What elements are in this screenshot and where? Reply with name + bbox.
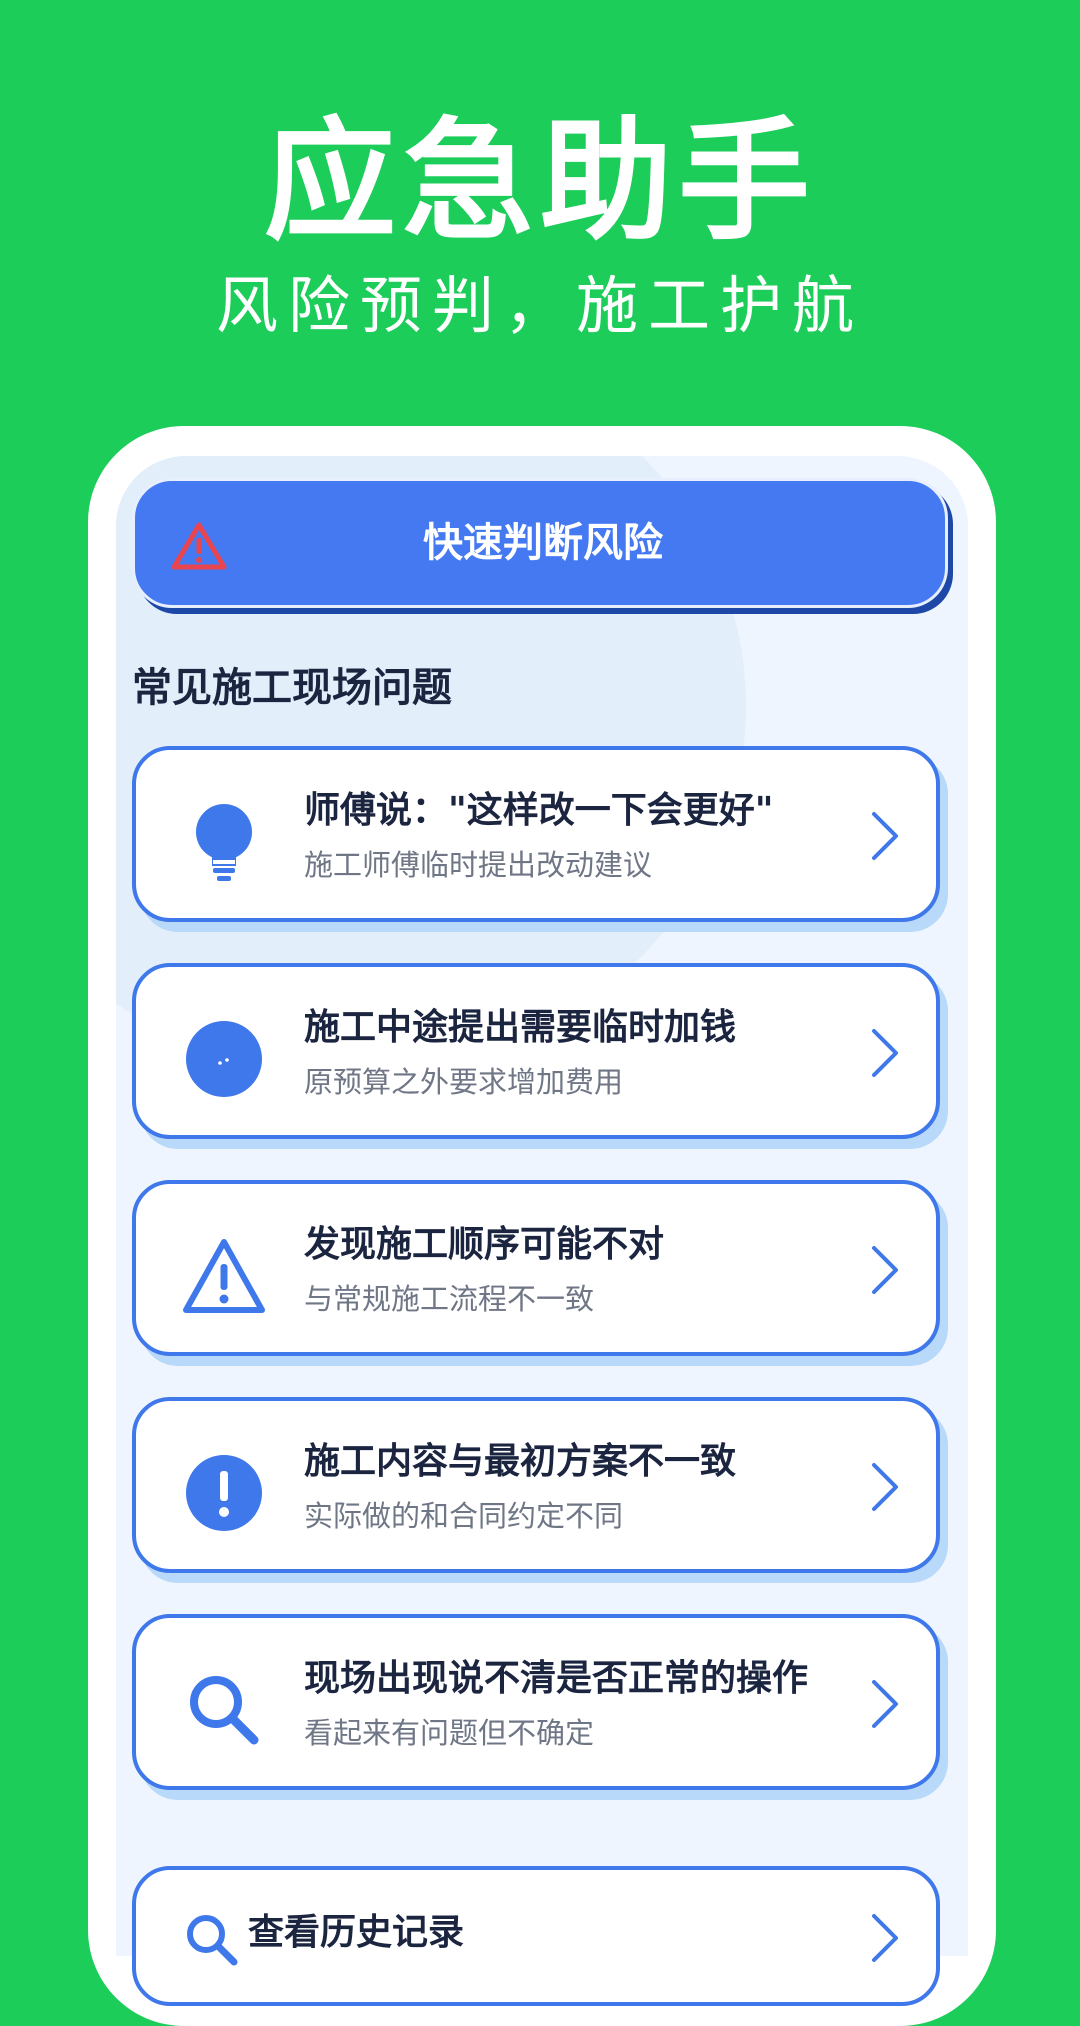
warning-triangle-icon [183,1239,265,1313]
chevron-right-icon [872,1246,898,1294]
issue-card-title: 发现施工顺序可能不对 [304,1224,665,1265]
issue-card-extra-cost[interactable]: 施工中途提出需要临时加钱 原预算之外要求增加费用 [132,963,940,1139]
issue-card-desc: 与常规施工流程不一致 [304,1282,595,1316]
quick-assess-risk-label: 快速判断风险 [423,520,663,566]
issue-card-wrong-order[interactable]: 发现施工顺序可能不对 与常规施工流程不一致 [132,1180,940,1356]
view-history-button[interactable]: 查看历史记录 [132,1866,940,2006]
chevron-right-icon [872,1029,898,1077]
hero-title: 应急助手 [264,105,816,259]
search-icon [187,1915,238,1966]
hero-banner: 应急助手 风险预判，施工护航 [0,0,1080,420]
issue-card-desc: 实际做的和合同约定不同 [304,1499,624,1533]
issue-card-suggestion[interactable]: 师傅说："这样改一下会更好" 施工师傅临时提出改动建议 [132,746,940,922]
section-title: 常见施工现场问题 [132,665,452,711]
exclamation-circle-icon [186,1455,262,1531]
issue-card-title: 师傅说："这样改一下会更好" [304,790,774,831]
issue-card-title: 施工内容与最初方案不一致 [304,1441,737,1482]
issue-card-desc: 看起来有问题但不确定 [304,1716,595,1750]
lightbulb-icon [196,804,252,881]
issue-card-title: 施工中途提出需要临时加钱 [304,1007,737,1048]
chevron-right-icon [872,812,898,860]
chevron-right-icon [872,1680,898,1728]
issue-card-desc: 施工师傅临时提出改动建议 [304,848,653,882]
chevron-right-icon [872,1463,898,1511]
money-circle-icon [186,1021,262,1097]
view-history-label: 查看历史记录 [248,1912,465,1953]
issue-card-desc: 原预算之外要求增加费用 [304,1065,624,1099]
quick-assess-risk-button[interactable]: 快速判断风险 [132,478,948,608]
issue-card-plan-mismatch[interactable]: 施工内容与最初方案不一致 实际做的和合同约定不同 [132,1397,940,1573]
issue-card-unclear-operation[interactable]: 现场出现说不清是否正常的操作 看起来有问题但不确定 [132,1614,940,1790]
chevron-right-icon [872,1914,898,1962]
search-icon [190,1676,259,1745]
issue-card-title: 现场出现说不清是否正常的操作 [304,1658,809,1699]
hero-subtitle: 风险预判，施工护航 [215,269,864,342]
